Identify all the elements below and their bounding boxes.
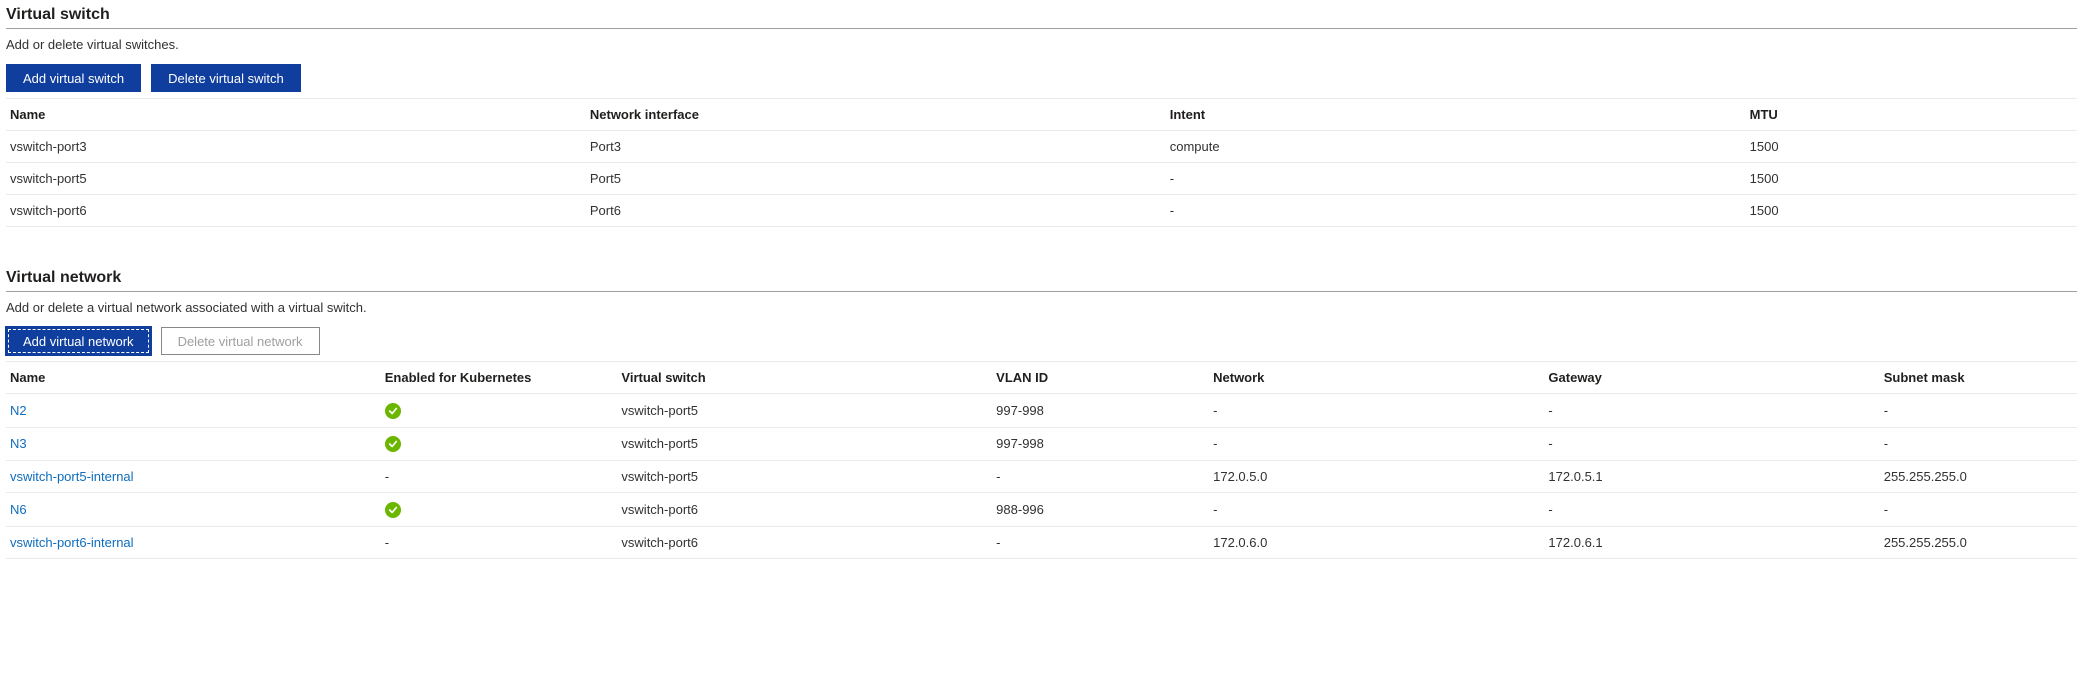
cell-name: vswitch-port5 bbox=[6, 163, 586, 195]
check-icon bbox=[385, 403, 401, 419]
table-row[interactable]: vswitch-port5 Port5 - 1500 bbox=[6, 163, 2077, 195]
cell-mask: - bbox=[1880, 493, 2077, 527]
cell-k8s: - bbox=[381, 461, 618, 493]
cell-gateway: - bbox=[1544, 493, 1879, 527]
table-row[interactable]: vswitch-port5-internal - vswitch-port5 -… bbox=[6, 461, 2077, 493]
vnet-name-link[interactable]: N3 bbox=[10, 436, 27, 451]
col-vlan[interactable]: VLAN ID bbox=[992, 362, 1209, 394]
col-network[interactable]: Network bbox=[1209, 362, 1544, 394]
cell-gateway: - bbox=[1544, 394, 1879, 428]
cell-vlan: 988-996 bbox=[992, 493, 1209, 527]
cell-intent: compute bbox=[1166, 131, 1746, 163]
cell-vswitch: vswitch-port5 bbox=[617, 461, 992, 493]
cell-k8s bbox=[381, 493, 618, 527]
cell-gateway: 172.0.6.1 bbox=[1544, 526, 1879, 558]
cell-network: 172.0.6.0 bbox=[1209, 526, 1544, 558]
cell-intent: - bbox=[1166, 195, 1746, 227]
cell-vswitch: vswitch-port6 bbox=[617, 526, 992, 558]
col-intent[interactable]: Intent bbox=[1166, 99, 1746, 131]
delete-virtual-network-button[interactable]: Delete virtual network bbox=[161, 327, 320, 355]
table-row[interactable]: vswitch-port6-internal - vswitch-port6 -… bbox=[6, 526, 2077, 558]
table-row[interactable]: N3 vswitch-port5 997-998 - - - bbox=[6, 427, 2077, 461]
cell-mtu: 1500 bbox=[1746, 163, 2077, 195]
cell-gateway: 172.0.5.1 bbox=[1544, 461, 1879, 493]
virtual-network-description: Add or delete a virtual network associat… bbox=[6, 300, 2077, 315]
virtual-switch-button-row: Add virtual switch Delete virtual switch bbox=[6, 64, 2077, 92]
add-virtual-switch-button[interactable]: Add virtual switch bbox=[6, 64, 141, 92]
virtual-network-title: Virtual network bbox=[6, 269, 2077, 292]
cell-vlan: - bbox=[992, 526, 1209, 558]
vnet-name-link[interactable]: N6 bbox=[10, 502, 27, 517]
virtual-switch-header-row: Name Network interface Intent MTU bbox=[6, 99, 2077, 131]
cell-if: Port6 bbox=[586, 195, 1166, 227]
col-name[interactable]: Name bbox=[6, 362, 381, 394]
cell-vlan: 997-998 bbox=[992, 394, 1209, 428]
col-k8s[interactable]: Enabled for Kubernetes bbox=[381, 362, 618, 394]
col-name[interactable]: Name bbox=[6, 99, 586, 131]
cell-network: - bbox=[1209, 493, 1544, 527]
cell-vlan: - bbox=[992, 461, 1209, 493]
cell-network: - bbox=[1209, 427, 1544, 461]
cell-vlan: 997-998 bbox=[992, 427, 1209, 461]
virtual-network-button-row: Add virtual network Delete virtual netwo… bbox=[6, 327, 2077, 355]
virtual-switch-title: Virtual switch bbox=[6, 6, 2077, 29]
table-row[interactable]: vswitch-port3 Port3 compute 1500 bbox=[6, 131, 2077, 163]
check-icon bbox=[385, 502, 401, 518]
virtual-switch-table: Name Network interface Intent MTU vswitc… bbox=[6, 98, 2077, 227]
col-mtu[interactable]: MTU bbox=[1746, 99, 2077, 131]
cell-k8s bbox=[381, 427, 618, 461]
col-network-interface[interactable]: Network interface bbox=[586, 99, 1166, 131]
cell-vswitch: vswitch-port5 bbox=[617, 394, 992, 428]
cell-k8s bbox=[381, 394, 618, 428]
cell-mask: - bbox=[1880, 394, 2077, 428]
cell-name: vswitch-port3 bbox=[6, 131, 586, 163]
virtual-network-section: Virtual network Add or delete a virtual … bbox=[6, 269, 2077, 559]
cell-mtu: 1500 bbox=[1746, 195, 2077, 227]
cell-if: Port5 bbox=[586, 163, 1166, 195]
cell-mask: 255.255.255.0 bbox=[1880, 526, 2077, 558]
table-row[interactable]: N2 vswitch-port5 997-998 - - - bbox=[6, 394, 2077, 428]
cell-k8s: - bbox=[381, 526, 618, 558]
cell-vswitch: vswitch-port6 bbox=[617, 493, 992, 527]
cell-vswitch: vswitch-port5 bbox=[617, 427, 992, 461]
virtual-switch-section: Virtual switch Add or delete virtual swi… bbox=[6, 6, 2077, 227]
col-mask[interactable]: Subnet mask bbox=[1880, 362, 2077, 394]
cell-mtu: 1500 bbox=[1746, 131, 2077, 163]
delete-virtual-switch-button[interactable]: Delete virtual switch bbox=[151, 64, 301, 92]
add-virtual-network-button[interactable]: Add virtual network bbox=[6, 327, 151, 355]
table-row[interactable]: N6 vswitch-port6 988-996 - - - bbox=[6, 493, 2077, 527]
cell-name: vswitch-port6 bbox=[6, 195, 586, 227]
cell-network: 172.0.5.0 bbox=[1209, 461, 1544, 493]
cell-mask: 255.255.255.0 bbox=[1880, 461, 2077, 493]
virtual-network-table: Name Enabled for Kubernetes Virtual swit… bbox=[6, 361, 2077, 559]
cell-mask: - bbox=[1880, 427, 2077, 461]
virtual-switch-description: Add or delete virtual switches. bbox=[6, 37, 2077, 52]
vnet-name-link[interactable]: N2 bbox=[10, 403, 27, 418]
cell-network: - bbox=[1209, 394, 1544, 428]
table-row[interactable]: vswitch-port6 Port6 - 1500 bbox=[6, 195, 2077, 227]
vnet-name-link[interactable]: vswitch-port5-internal bbox=[10, 469, 134, 484]
check-icon bbox=[385, 436, 401, 452]
cell-gateway: - bbox=[1544, 427, 1879, 461]
col-gateway[interactable]: Gateway bbox=[1544, 362, 1879, 394]
col-vswitch[interactable]: Virtual switch bbox=[617, 362, 992, 394]
cell-intent: - bbox=[1166, 163, 1746, 195]
cell-if: Port3 bbox=[586, 131, 1166, 163]
vnet-name-link[interactable]: vswitch-port6-internal bbox=[10, 535, 134, 550]
virtual-network-header-row: Name Enabled for Kubernetes Virtual swit… bbox=[6, 362, 2077, 394]
